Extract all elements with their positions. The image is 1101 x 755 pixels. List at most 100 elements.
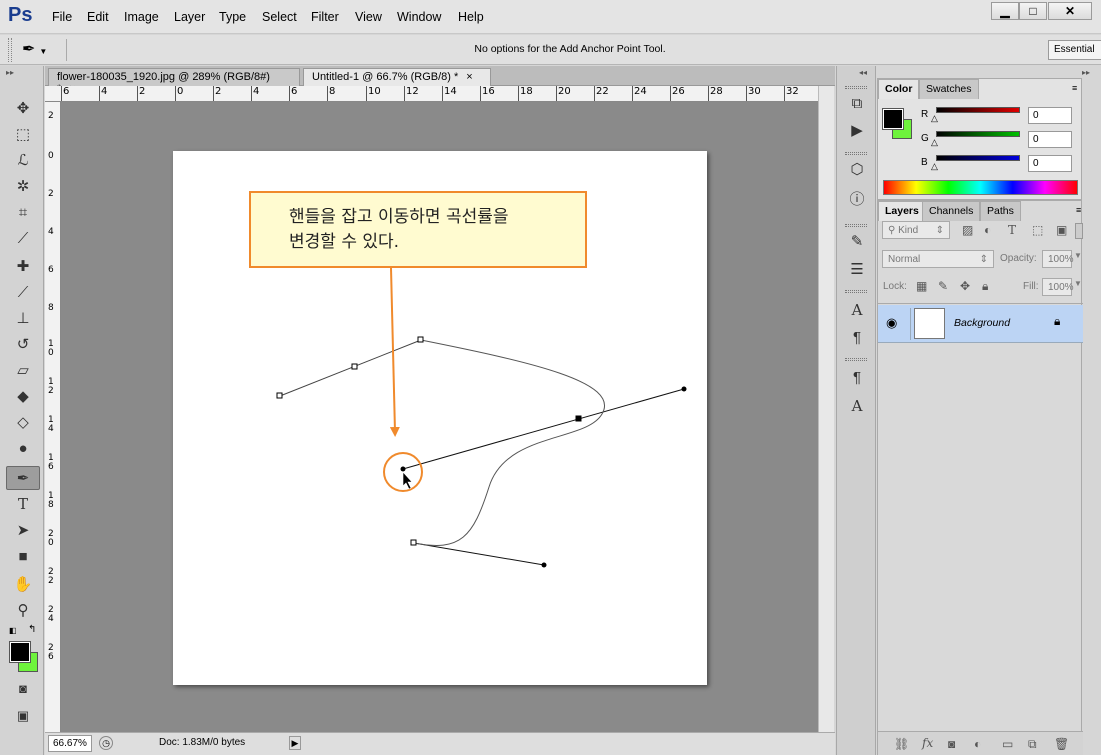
magic-wand-tool-icon[interactable]: ✲ [6,174,40,198]
vertical-scrollbar[interactable] [818,86,834,732]
menu-type[interactable]: Type [219,10,246,24]
anchor-point[interactable] [410,539,417,546]
pen-tool-icon[interactable]: ✒ [6,466,40,490]
grip-handle[interactable] [845,358,867,361]
history-brush-tool-icon[interactable]: ↺ [6,332,40,356]
menu-file[interactable]: File [52,10,72,24]
lock-image-icon[interactable]: ✎ [938,279,948,293]
menu-image[interactable]: Image [124,10,159,24]
tab-swatches[interactable]: Swatches [919,79,979,99]
status-menu-arrow-icon[interactable]: ▶ [289,736,301,750]
adjustments-panel-icon[interactable]: ☰ [842,258,872,282]
filter-adjustment-icon[interactable]: ◐ [984,223,991,237]
input-g[interactable]: 0 [1028,131,1072,148]
anchor-point[interactable] [351,363,358,370]
layer-thumbnail[interactable] [914,308,945,339]
brush-panel-icon[interactable]: ✎ [842,230,872,254]
opacity-dropdown-icon[interactable]: ▼ [1074,251,1082,260]
horizontal-ruler[interactable]: 6 4 2 0 2 4 6 8 10 12 14 16 18 20 22 24 26 28 30 32 [60,86,818,102]
paragraph-panel-icon[interactable]: ¶ [842,326,872,350]
expand-icon[interactable]: ◂◂ [859,68,867,77]
slider-b-track[interactable] [936,155,1020,161]
lock-all-icon[interactable]: 🔒︎ [982,279,988,294]
anchor-point-selected[interactable] [575,415,582,422]
menu-window[interactable]: Window [397,10,441,24]
tab-layers[interactable]: Layers [878,201,926,221]
paragraph-styles-icon[interactable]: ¶ [842,366,872,390]
paint-bucket-tool-icon[interactable]: ◆ [6,384,40,408]
marquee-tool-icon[interactable]: ⬚ [6,122,40,146]
menu-help[interactable]: Help [458,10,484,24]
panel-menu-icon[interactable]: ≡ [1076,205,1081,215]
slider-b-thumb-icon[interactable]: △ [931,161,938,172]
quick-mask-icon[interactable]: ◙ [6,676,40,700]
new-group-icon[interactable]: ▭ [1002,737,1013,751]
slider-r-thumb-icon[interactable]: △ [931,113,938,124]
collapse-icon[interactable]: ▸▸ [1082,68,1090,77]
workspace-switcher[interactable]: Essential [1048,40,1101,60]
path-selection-tool-icon[interactable]: ➤ [6,518,40,542]
direction-handle[interactable] [541,562,547,568]
fill-field[interactable]: 100% [1042,278,1074,296]
filter-shape-icon[interactable]: ⬚ [1032,223,1043,237]
filter-pixel-icon[interactable]: ▨ [962,223,973,237]
swap-colors-icon[interactable]: ↰ [28,624,36,635]
filter-type-icon[interactable]: T [1008,223,1016,237]
eyedropper-tool-icon[interactable]: ⟋ [6,226,40,250]
move-tool-icon[interactable]: ✥ [6,96,40,120]
tab-color[interactable]: Color [878,79,920,99]
canvas-area[interactable]: 핸들을 잡고 이동하면 곡선률을 변경할 수 있다. [61,102,818,732]
character-panel-icon[interactable]: A [842,298,872,322]
menu-filter[interactable]: Filter [311,10,339,24]
color-spectrum-ramp[interactable] [883,180,1078,195]
fill-dropdown-icon[interactable]: ▼ [1074,279,1082,288]
close-icon[interactable]: × [466,71,472,83]
minimize-button[interactable]: ▁ [991,2,1019,20]
healing-brush-tool-icon[interactable]: ✚ [6,254,40,278]
bezier-curve-path[interactable] [413,339,605,546]
slider-g-track[interactable] [936,131,1020,137]
foreground-color-swatch[interactable] [882,108,904,130]
grip-handle[interactable] [845,152,867,155]
link-layers-icon[interactable]: ⛓ [894,737,909,751]
menu-edit[interactable]: Edit [87,10,109,24]
foreground-color-swatch[interactable] [9,641,31,663]
lasso-tool-icon[interactable]: ℒ [6,148,40,172]
character-styles-icon[interactable]: A [842,394,872,418]
grip-handle[interactable] [845,224,867,227]
tab-channels[interactable]: Channels [922,201,981,221]
collapse-icon[interactable]: ▸▸ [6,68,14,77]
anchor-point[interactable] [276,392,283,399]
actions-panel-icon[interactable]: ▶ [842,119,872,143]
layer-name[interactable]: Background [954,317,1010,329]
filter-smart-object-icon[interactable]: ▣ [1056,223,1067,237]
blur-tool-icon[interactable]: ◇ [6,410,40,434]
blend-mode-select[interactable]: Normal ⇕ [882,250,994,268]
maximize-button[interactable]: □ [1019,2,1047,20]
vertical-ruler[interactable]: 202468101214161820222426 [45,102,61,732]
ruler-origin[interactable] [45,86,61,102]
clone-stamp-tool-icon[interactable]: ⊥ [6,306,40,330]
grip-handle[interactable] [845,290,867,293]
eraser-tool-icon[interactable]: ▱ [6,358,40,382]
type-tool-icon[interactable]: T [6,492,40,516]
info-panel-icon[interactable]: ⓘ [842,188,872,212]
filter-kind-select[interactable]: ⚲ Kind ⇕ [882,221,950,239]
anchor-point[interactable] [417,336,424,343]
default-colors-icon[interactable]: ◧ [9,626,17,635]
3d-panel-icon[interactable]: ⬡ [842,158,872,182]
adjustment-layer-icon[interactable]: ◐ [974,737,981,751]
zoom-tool-icon[interactable]: ⚲ [6,598,40,622]
lock-transparent-icon[interactable]: ▦ [916,279,927,293]
crop-tool-icon[interactable]: ⌗ [6,200,40,224]
eye-icon[interactable]: ◉ [886,315,897,331]
screen-mode-icon[interactable]: ▣ [6,704,40,728]
lock-position-icon[interactable]: ✥ [960,279,970,293]
layer-row-background[interactable]: ◉ Background 🔒︎ [878,305,1083,343]
menu-layer[interactable]: Layer [174,10,205,24]
slider-r-track[interactable] [936,107,1020,113]
status-info-icon[interactable]: ◷ [99,736,113,750]
menu-view[interactable]: View [355,10,382,24]
direction-handle[interactable] [400,466,406,472]
new-layer-icon[interactable]: ⧉ [1028,737,1037,752]
